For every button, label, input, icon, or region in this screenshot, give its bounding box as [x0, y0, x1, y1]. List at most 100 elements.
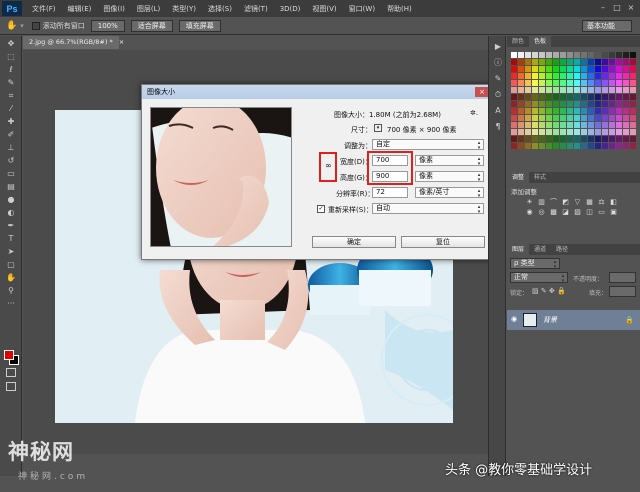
- color-swatch[interactable]: [560, 115, 566, 121]
- color-swatch[interactable]: [595, 122, 601, 128]
- color-swatch[interactable]: [630, 73, 636, 79]
- menu-image[interactable]: 图像(I): [97, 4, 131, 14]
- color-swatch[interactable]: [616, 115, 622, 121]
- resample-select[interactable]: 自动: [372, 203, 484, 214]
- maximize-icon[interactable]: □: [610, 3, 624, 13]
- color-swatch[interactable]: [553, 115, 559, 121]
- menu-view[interactable]: 视图(V): [306, 4, 342, 14]
- tool-preset-chevron-icon[interactable]: ▾: [20, 22, 24, 30]
- color-swatch[interactable]: [595, 52, 601, 58]
- color-swatch[interactable]: [623, 136, 629, 142]
- color-swatch[interactable]: [609, 143, 615, 149]
- color-swatch[interactable]: [623, 143, 629, 149]
- color-swatch[interactable]: [595, 101, 601, 107]
- color-swatch[interactable]: [560, 129, 566, 135]
- color-swatch[interactable]: [532, 94, 538, 100]
- more-tools-icon[interactable]: ···: [5, 298, 17, 309]
- color-swatch[interactable]: [602, 73, 608, 79]
- selective-color-icon[interactable]: ▣: [609, 208, 618, 216]
- color-swatch[interactable]: [630, 136, 636, 142]
- color-swatch[interactable]: [630, 52, 636, 58]
- color-swatch[interactable]: [532, 73, 538, 79]
- stamp-tool-icon[interactable]: ⊥: [5, 142, 17, 153]
- color-swatch[interactable]: [525, 52, 531, 58]
- color-swatch[interactable]: [581, 115, 587, 121]
- color-swatch[interactable]: [630, 94, 636, 100]
- color-swatch[interactable]: [609, 87, 615, 93]
- quick-select-tool-icon[interactable]: ✎: [5, 77, 17, 88]
- bw-icon[interactable]: ◧: [609, 198, 618, 206]
- color-swatch[interactable]: [546, 73, 552, 79]
- fit-to-select[interactable]: 自定: [372, 139, 484, 150]
- color-swatch[interactable]: [609, 101, 615, 107]
- color-swatch[interactable]: [518, 59, 524, 65]
- color-swatch[interactable]: [553, 108, 559, 114]
- color-swatch[interactable]: [567, 129, 573, 135]
- color-swatch[interactable]: [511, 101, 517, 107]
- color-swatch[interactable]: [546, 129, 552, 135]
- color-swatch[interactable]: [567, 66, 573, 72]
- color-swatch[interactable]: [518, 129, 524, 135]
- menu-type[interactable]: 类型(Y): [166, 4, 202, 14]
- color-swatch[interactable]: [623, 80, 629, 86]
- color-swatch[interactable]: [539, 143, 545, 149]
- color-swatch[interactable]: [623, 122, 629, 128]
- color-swatch[interactable]: [581, 59, 587, 65]
- color-swatch[interactable]: [581, 129, 587, 135]
- minimize-icon[interactable]: –: [596, 3, 610, 13]
- color-swatch[interactable]: [574, 73, 580, 79]
- visibility-eye-icon[interactable]: ◉: [511, 315, 517, 323]
- color-swatch[interactable]: [567, 108, 573, 114]
- color-swatch[interactable]: [595, 59, 601, 65]
- fit-screen-button[interactable]: 适合屏幕: [130, 19, 173, 32]
- color-swatch[interactable]: [623, 52, 629, 58]
- tab-channels[interactable]: 通道: [529, 244, 551, 255]
- color-swatch[interactable]: [567, 52, 573, 58]
- color-swatch[interactable]: [525, 101, 531, 107]
- color-swatch[interactable]: [595, 136, 601, 142]
- color-swatch[interactable]: [511, 136, 517, 142]
- color-swatch[interactable]: [511, 73, 517, 79]
- menu-help[interactable]: 帮助(H): [381, 4, 418, 14]
- tab-paths[interactable]: 路径: [551, 244, 573, 255]
- gradient-map-icon[interactable]: ▭: [597, 208, 606, 216]
- color-swatch[interactable]: [560, 122, 566, 128]
- tab-layers[interactable]: 图层: [507, 244, 530, 255]
- vibrance-icon[interactable]: ▽: [573, 198, 582, 206]
- color-swatch[interactable]: [588, 80, 594, 86]
- color-swatch[interactable]: [602, 66, 608, 72]
- fill-input[interactable]: [609, 286, 636, 297]
- info-icon[interactable]: ⓘ: [493, 58, 503, 68]
- color-swatch[interactable]: [588, 73, 594, 79]
- color-swatch[interactable]: [511, 66, 517, 72]
- color-swatch[interactable]: [539, 66, 545, 72]
- color-swatch[interactable]: [567, 122, 573, 128]
- color-swatch[interactable]: [574, 143, 580, 149]
- color-swatch[interactable]: [595, 108, 601, 114]
- color-swatch[interactable]: [616, 94, 622, 100]
- color-swatch[interactable]: [630, 108, 636, 114]
- color-swatch[interactable]: [574, 136, 580, 142]
- exposure-icon[interactable]: ◩: [561, 198, 570, 206]
- color-swatch[interactable]: [595, 66, 601, 72]
- ok-button[interactable]: 确定: [312, 236, 396, 248]
- color-swatch[interactable]: [539, 115, 545, 121]
- color-swatch[interactable]: [553, 66, 559, 72]
- color-swatch[interactable]: [616, 136, 622, 142]
- color-swatch[interactable]: [609, 59, 615, 65]
- color-swatch[interactable]: [623, 115, 629, 121]
- color-swatch[interactable]: [546, 122, 552, 128]
- color-swatch[interactable]: [581, 122, 587, 128]
- color-swatch[interactable]: [532, 115, 538, 121]
- height-unit-select[interactable]: 像素: [415, 171, 484, 182]
- color-swatch[interactable]: [588, 143, 594, 149]
- color-swatch[interactable]: [560, 87, 566, 93]
- color-swatch[interactable]: [581, 73, 587, 79]
- color-swatch[interactable]: [511, 115, 517, 121]
- blur-tool-icon[interactable]: ●: [5, 194, 17, 205]
- opacity-input[interactable]: [609, 272, 636, 283]
- color-swatch[interactable]: [525, 108, 531, 114]
- color-swatch[interactable]: [602, 136, 608, 142]
- color-swatch[interactable]: [532, 80, 538, 86]
- color-swatch[interactable]: [518, 122, 524, 128]
